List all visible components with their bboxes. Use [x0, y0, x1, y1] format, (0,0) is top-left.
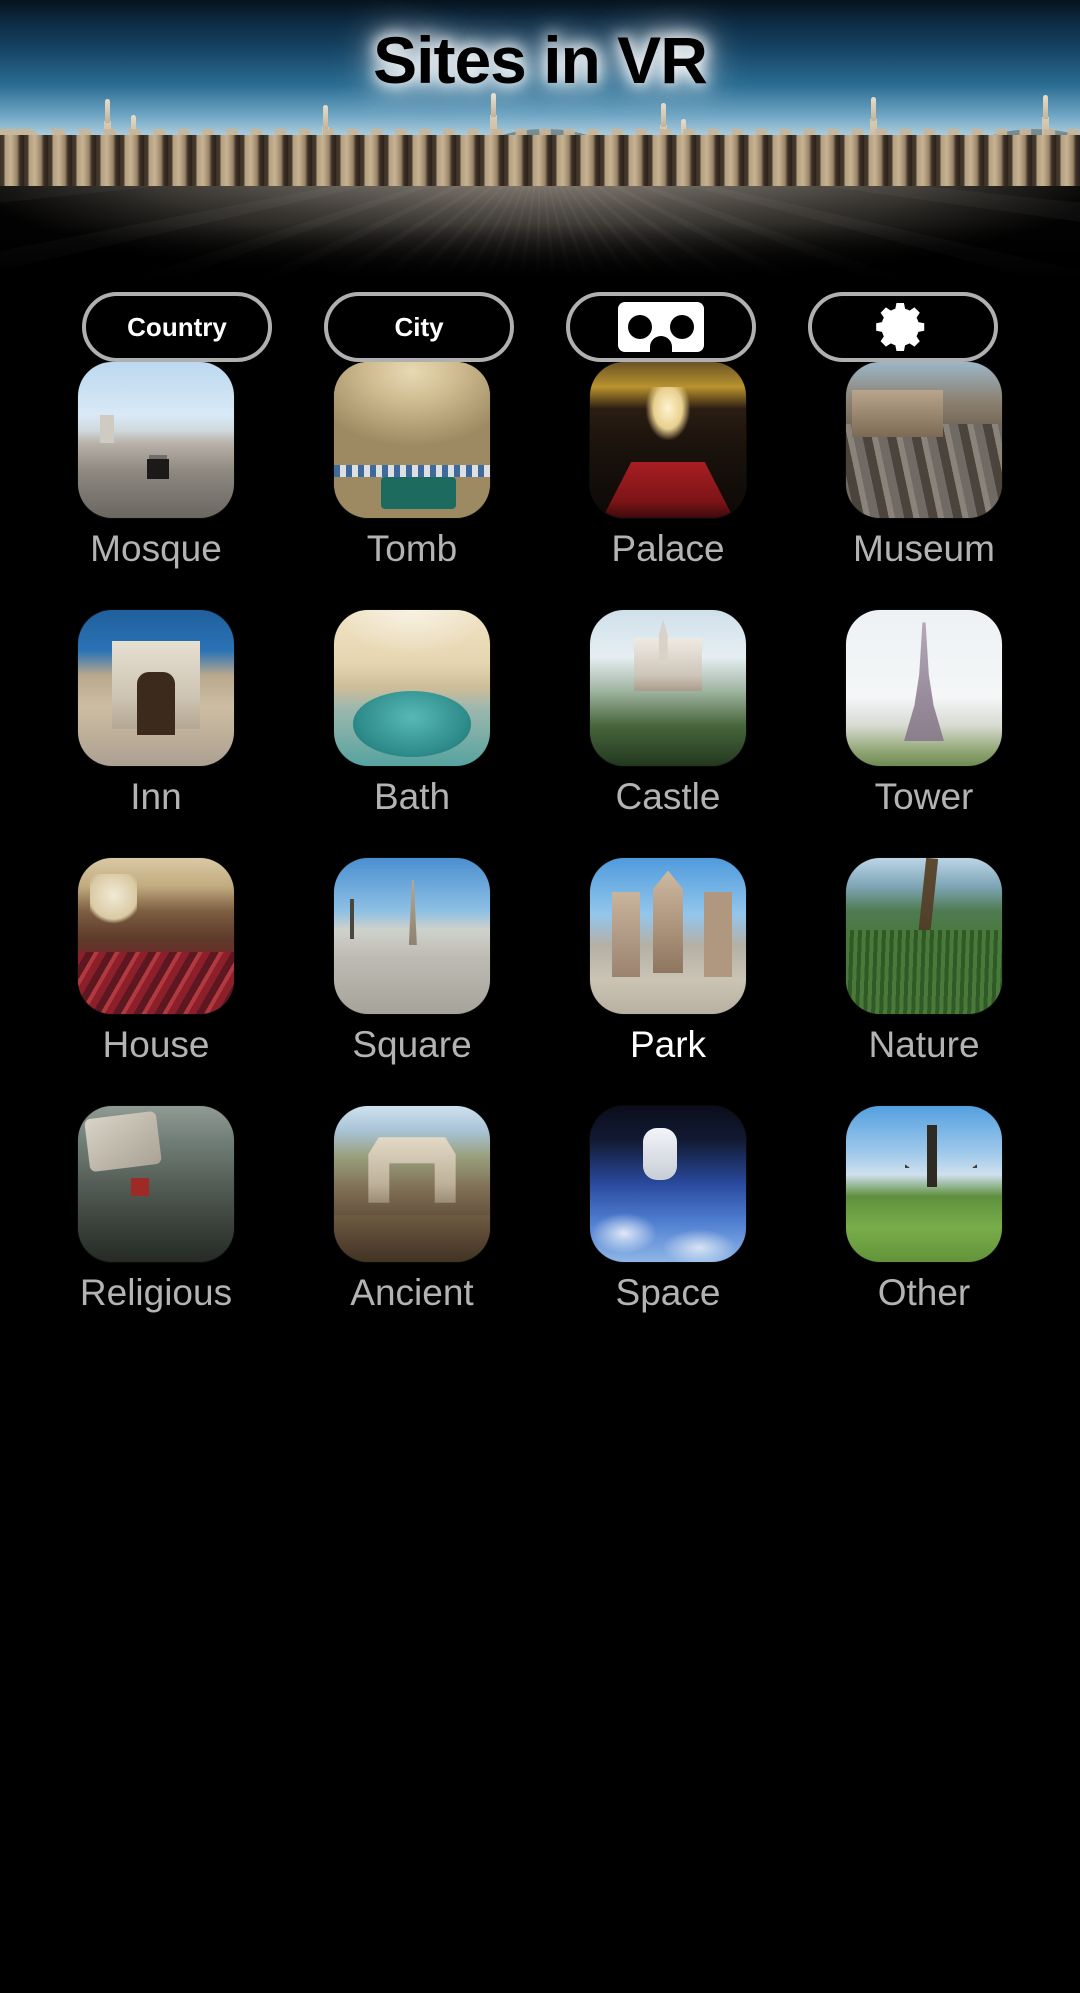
- country-button-label: Country: [127, 311, 227, 342]
- grid-item-religious[interactable]: Religious: [28, 1106, 284, 1354]
- gear-icon: [876, 302, 925, 352]
- grid-item-label: Palace: [611, 528, 725, 569]
- grid-item-castle[interactable]: Castle: [540, 610, 796, 858]
- arcade-silhouette: [0, 93, 1080, 199]
- palace-thumb[interactable]: [590, 362, 746, 518]
- grid-item-label: Other: [877, 1272, 971, 1313]
- grid-item-inn[interactable]: Inn: [28, 610, 284, 858]
- grid-item-mosque[interactable]: Mosque: [28, 362, 284, 610]
- grid-item-label: Ancient: [350, 1272, 474, 1313]
- settings-button[interactable]: [808, 292, 998, 362]
- fade-to-black: [0, 224, 1080, 286]
- vr-cardboard-icon: [618, 302, 704, 352]
- grid-item-label: Tomb: [366, 528, 458, 569]
- city-button[interactable]: City: [324, 292, 514, 362]
- tower-thumb[interactable]: [846, 610, 1002, 766]
- header-banner: Sites in VR: [0, 0, 1080, 286]
- grid-item-palace[interactable]: Palace: [540, 362, 796, 610]
- grid-item-label: Castle: [615, 776, 721, 817]
- grid-item-park[interactable]: Park: [540, 858, 796, 1106]
- grid-item-other[interactable]: Other: [796, 1106, 1052, 1354]
- tomb-thumb[interactable]: [334, 362, 490, 518]
- arcade-image: [0, 93, 1080, 199]
- grid-item-label: Museum: [853, 528, 995, 569]
- bath-thumb[interactable]: [334, 610, 490, 766]
- grid-item-ancient[interactable]: Ancient: [284, 1106, 540, 1354]
- castle-thumb[interactable]: [590, 610, 746, 766]
- city-button-label: City: [394, 311, 444, 342]
- grid-item-label: Mosque: [90, 528, 222, 569]
- house-thumb[interactable]: [78, 858, 234, 1014]
- grid-item-tomb[interactable]: Tomb: [284, 362, 540, 610]
- grid-item-space[interactable]: Space: [540, 1106, 796, 1354]
- grid-item-label: House: [102, 1024, 210, 1065]
- museum-thumb[interactable]: [846, 362, 1002, 518]
- grid-item-label: Bath: [373, 776, 451, 817]
- grid-item-label-selected: Park: [629, 1024, 707, 1065]
- vr-mode-button[interactable]: [566, 292, 756, 362]
- country-button[interactable]: Country: [82, 292, 272, 362]
- park-thumb[interactable]: [590, 858, 746, 1014]
- grid-item-bath[interactable]: Bath: [284, 610, 540, 858]
- grid-item-label: Tower: [874, 776, 974, 817]
- grid-item-house[interactable]: House: [28, 858, 284, 1106]
- grid-item-museum[interactable]: Museum: [796, 362, 1052, 610]
- toolbar: Country City: [0, 288, 1080, 366]
- nature-thumb[interactable]: [846, 858, 1002, 1014]
- square-thumb[interactable]: [334, 858, 490, 1014]
- space-thumb[interactable]: [590, 1106, 746, 1262]
- grid-item-nature[interactable]: Nature: [796, 858, 1052, 1106]
- ancient-thumb[interactable]: [334, 1106, 490, 1262]
- mosque-thumb[interactable]: [78, 362, 234, 518]
- other-thumb[interactable]: [846, 1106, 1002, 1262]
- grid-item-square[interactable]: Square: [284, 858, 540, 1106]
- grid-item-label: Space: [615, 1272, 721, 1313]
- grid-item-label: Religious: [79, 1272, 233, 1313]
- category-grid: Mosque Tomb Palace Museum Inn Bath Castl…: [0, 362, 1080, 1354]
- grid-item-label: Inn: [130, 776, 182, 817]
- religious-thumb[interactable]: [78, 1106, 234, 1262]
- page-title: Sites in VR: [373, 23, 708, 97]
- grid-item-tower[interactable]: Tower: [796, 610, 1052, 858]
- grid-item-label: Nature: [868, 1024, 980, 1065]
- grid-item-label: Square: [352, 1024, 472, 1065]
- inn-thumb[interactable]: [78, 610, 234, 766]
